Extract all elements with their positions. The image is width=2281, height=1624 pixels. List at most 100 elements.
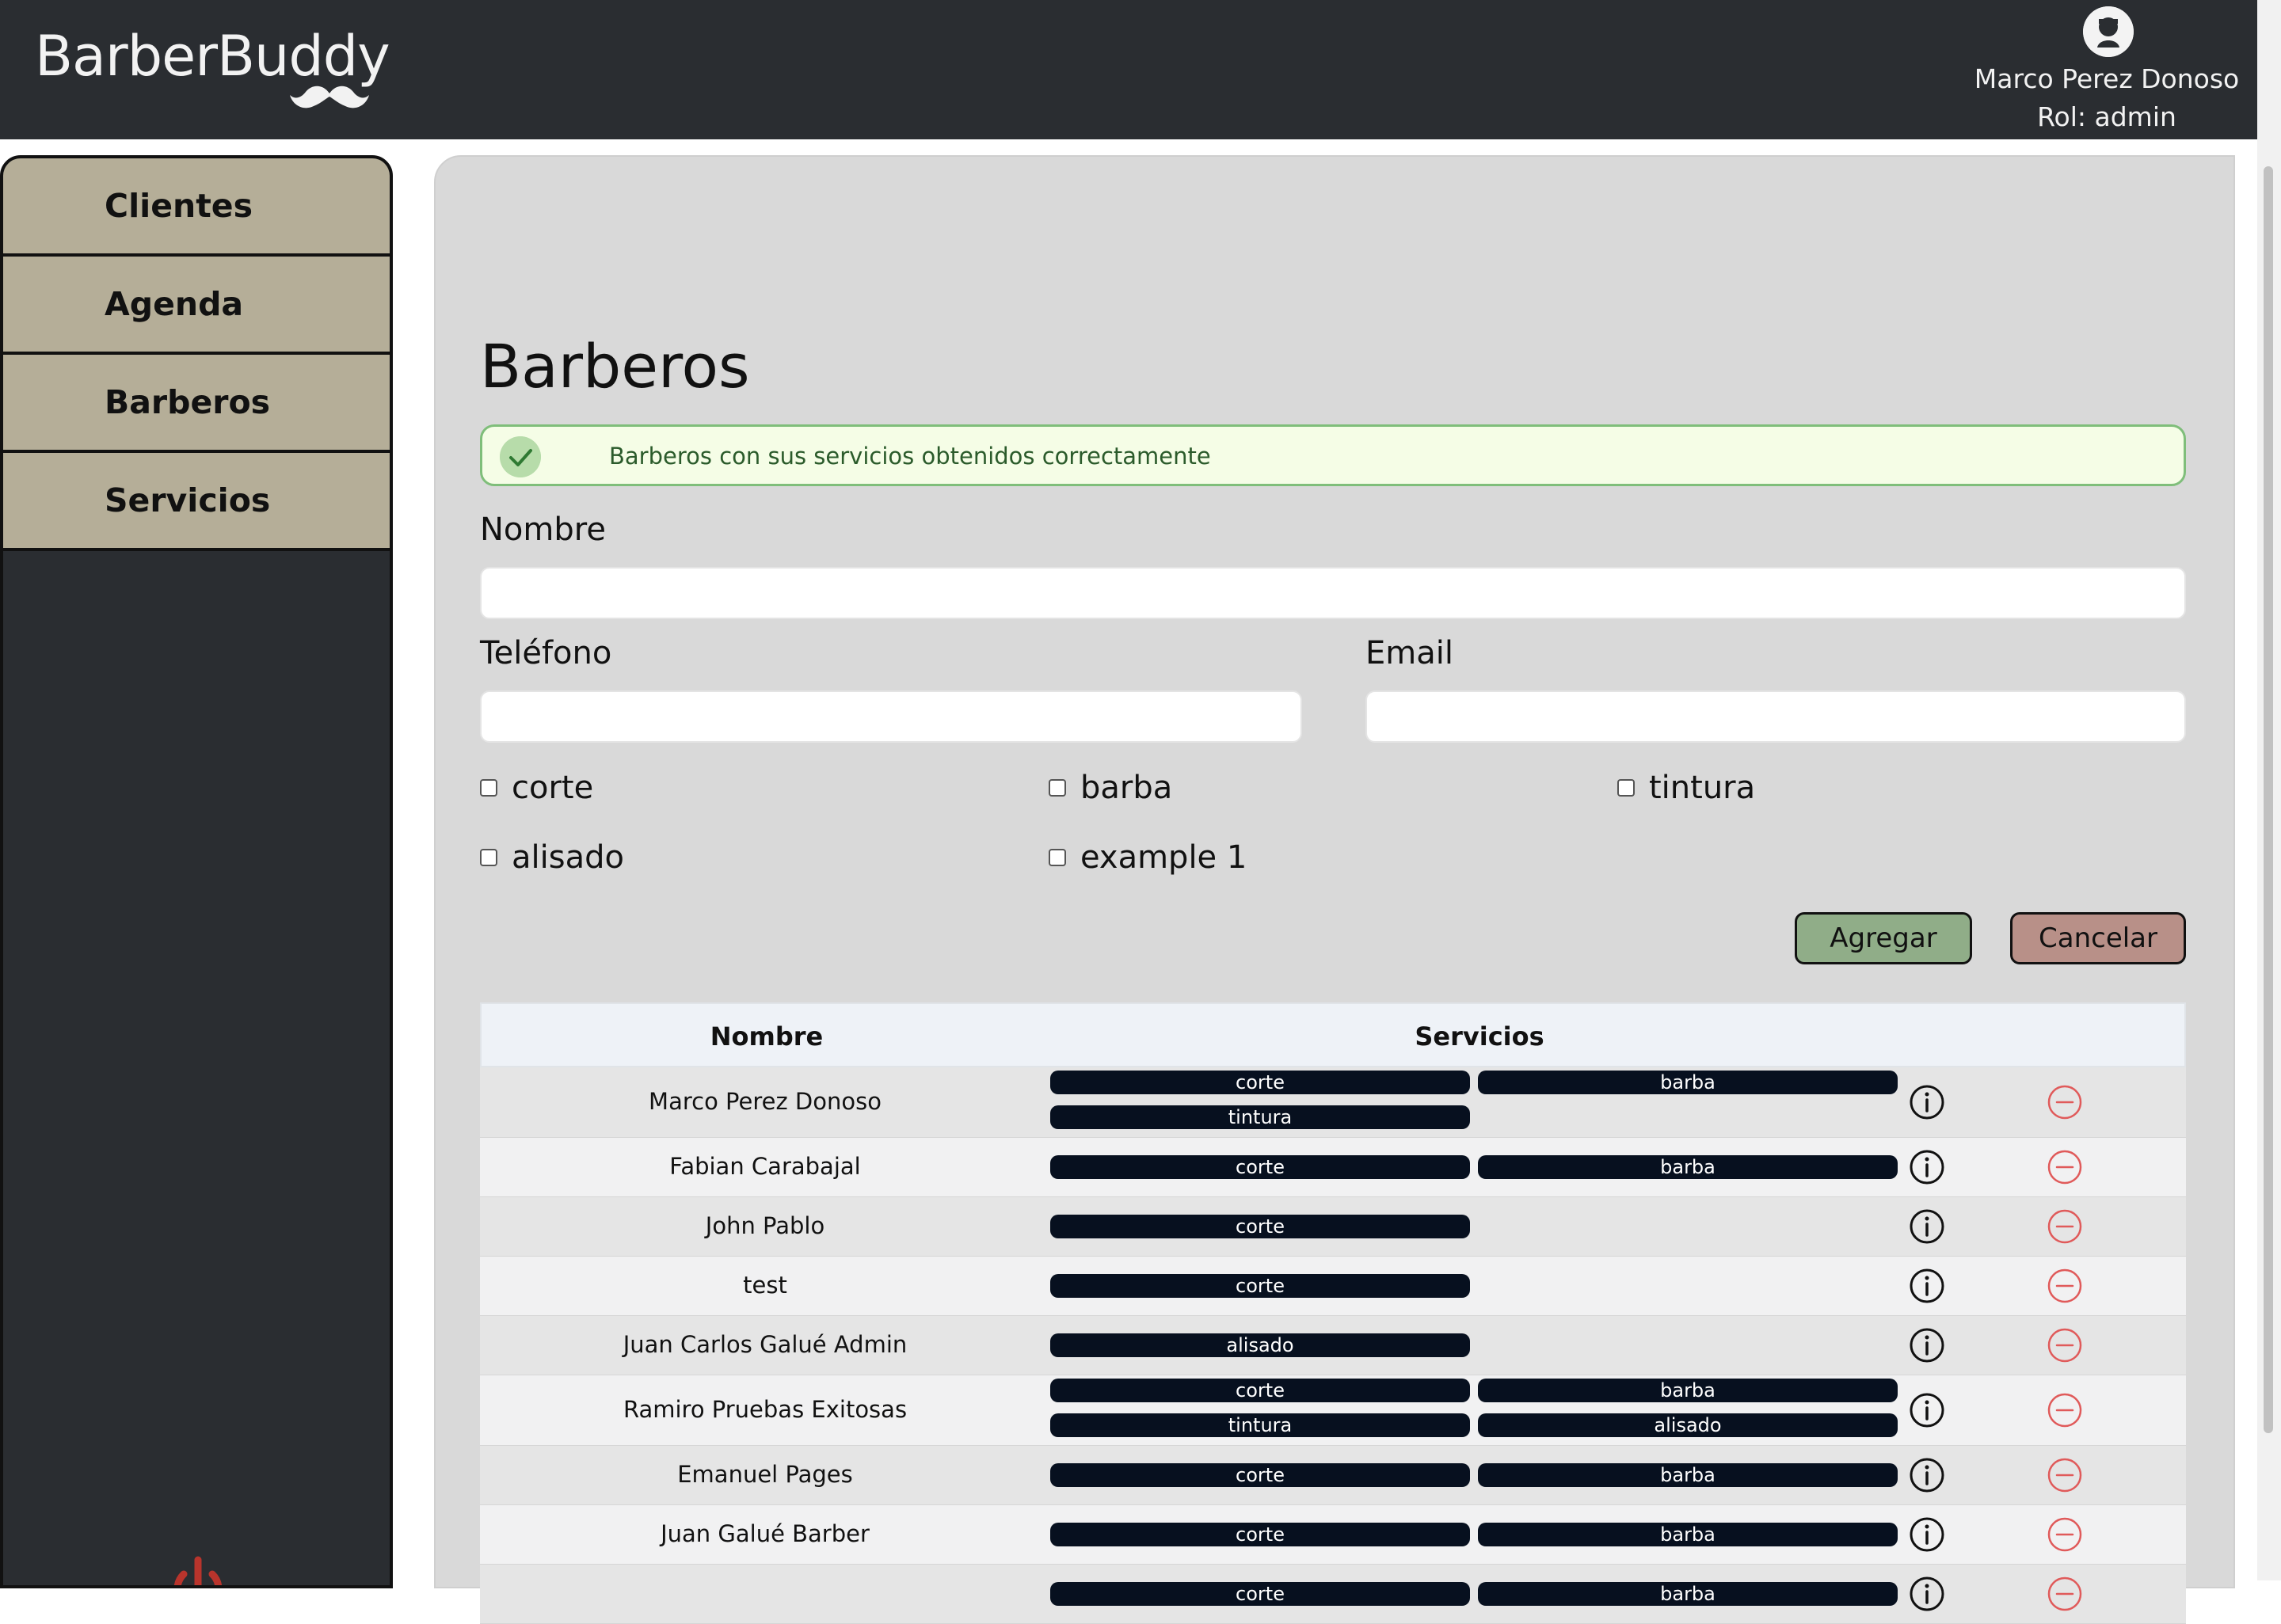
table-row: Emanuel Pages corte barba [480,1446,2186,1505]
service-tag: tintura [1050,1105,1470,1129]
table-row: Fabian Carabajal corte barba [480,1138,2186,1197]
table-header: Nombre Servicios [480,1002,2186,1067]
info-icon[interactable] [1909,1327,1945,1363]
top-header: BarberBuddy Marco Perez Donoso Rol: admi… [0,0,2257,139]
brand-logo[interactable]: BarberBuddy [35,21,390,92]
agregar-button[interactable]: Agregar [1795,912,1972,964]
user-role: Rol: admin [2037,101,2176,132]
minus-circle-icon[interactable] [2047,1576,2083,1612]
service-tag: tintura [1050,1413,1470,1437]
minus-circle-icon[interactable] [2047,1516,2083,1553]
barber-name: Emanuel Pages [677,1461,853,1488]
cancelar-button[interactable]: Cancelar [2010,912,2186,964]
service-tag: barba [1478,1582,1898,1606]
alert-message: Barberos con sus servicios obtenidos cor… [609,443,1211,470]
service-tag: barba [1478,1379,1898,1402]
user-name: Marco Perez Donoso [1974,63,2240,94]
info-icon[interactable] [1909,1516,1945,1553]
service-tag: alisado [1050,1333,1470,1357]
service-tag: corte [1050,1463,1470,1487]
checkbox[interactable] [480,849,497,866]
service-checkbox-barba[interactable]: barba [1049,770,1172,806]
nombre-input[interactable] [480,567,2186,619]
table-row: test corte [480,1257,2186,1316]
service-checkbox-alisado[interactable]: alisado [480,839,624,876]
scrollbar-thumb[interactable] [2264,166,2273,1433]
info-icon[interactable] [1909,1208,1945,1245]
service-tag: corte [1050,1155,1470,1179]
column-header-servicios: Servicios [1415,1021,1544,1052]
service-tag: barba [1478,1071,1898,1094]
checkbox[interactable] [1049,779,1066,797]
minus-circle-icon[interactable] [2047,1457,2083,1493]
user-profile[interactable]: Marco Perez Donoso Rol: admin [1956,0,2257,139]
checkbox-label: alisado [512,839,624,876]
checkbox-label: barba [1080,770,1173,806]
main-panel: Barberos Barberos con sus servicios obte… [434,155,2235,1624]
table-row: Marco Perez Donoso corte barba tintura [480,1067,2186,1138]
barber-avatar-icon [2083,6,2134,57]
minus-circle-icon[interactable] [2047,1268,2083,1304]
sidebar: Clientes Agenda Barberos Servicios [0,155,393,1588]
sidebar-item-clientes[interactable]: Clientes [3,158,390,257]
nombre-label: Nombre [480,512,606,548]
success-alert: Barberos con sus servicios obtenidos cor… [480,424,2186,486]
minus-circle-icon[interactable] [2047,1208,2083,1245]
barber-name: Ramiro Pruebas Exitosas [623,1396,908,1423]
service-checkbox-corte[interactable]: corte [480,770,593,806]
info-icon[interactable] [1909,1268,1945,1304]
minus-circle-icon[interactable] [2047,1084,2083,1120]
email-label: Email [1365,635,1453,671]
service-tag: corte [1050,1071,1470,1094]
check-circle-icon [500,436,541,477]
service-tag: barba [1478,1155,1898,1179]
barber-name: John Pablo [705,1212,825,1239]
telefono-input[interactable] [480,690,1302,743]
service-tag: corte [1050,1582,1470,1606]
checkbox[interactable] [480,779,497,797]
power-icon[interactable] [166,1554,230,1588]
checkbox-label: example 1 [1080,839,1247,876]
barber-name: test [743,1272,787,1299]
sidebar-item-servicios[interactable]: Servicios [3,453,390,551]
minus-circle-icon[interactable] [2047,1149,2083,1185]
telefono-label: Teléfono [480,635,612,671]
info-icon[interactable] [1909,1576,1945,1612]
service-tag: corte [1050,1274,1470,1298]
table-row: Juan Galué Barber corte barba [480,1505,2186,1565]
barber-name: Marco Perez Donoso [649,1088,882,1115]
service-tag: barba [1478,1523,1898,1546]
table-row: Ramiro Pruebas Exitosas corte barba tintura… [480,1375,2186,1446]
info-icon[interactable] [1909,1392,1945,1428]
checkbox[interactable] [1049,849,1066,866]
checkbox-label: tintura [1649,770,1756,806]
barberos-table: Nombre Servicios Marco Perez Donoso corte… [480,1002,2186,1624]
service-tag: barba [1478,1463,1898,1487]
sidebar-item-barberos[interactable]: Barberos [3,355,390,453]
service-tag: corte [1050,1523,1470,1546]
barber-name: Fabian Carabajal [669,1153,861,1180]
table-row: Juan Carlos Galué Admin alisado [480,1316,2186,1375]
info-icon[interactable] [1909,1084,1945,1120]
info-icon[interactable] [1909,1457,1945,1493]
service-tag: alisado [1478,1413,1898,1437]
barber-name: Juan Carlos Galué Admin [623,1331,908,1358]
page-title: Barberos [480,331,750,401]
table-row: corte barba [480,1565,2186,1624]
table-body: Marco Perez Donoso corte barba tintura Fabia… [480,1067,2186,1624]
checkbox-label: corte [512,770,594,806]
service-tag: corte [1050,1379,1470,1402]
minus-circle-icon[interactable] [2047,1327,2083,1363]
email-input[interactable] [1365,690,2186,743]
info-icon[interactable] [1909,1149,1945,1185]
service-checkbox-example-1[interactable]: example 1 [1049,839,1247,876]
mustache-icon [290,86,369,108]
barber-name: Juan Galué Barber [661,1520,870,1547]
sidebar-item-agenda[interactable]: Agenda [3,257,390,355]
table-row: John Pablo corte [480,1197,2186,1257]
checkbox[interactable] [1617,779,1635,797]
service-tag: corte [1050,1215,1470,1238]
service-checkbox-tintura[interactable]: tintura [1617,770,1755,806]
minus-circle-icon[interactable] [2047,1392,2083,1428]
column-header-nombre: Nombre [710,1021,824,1052]
